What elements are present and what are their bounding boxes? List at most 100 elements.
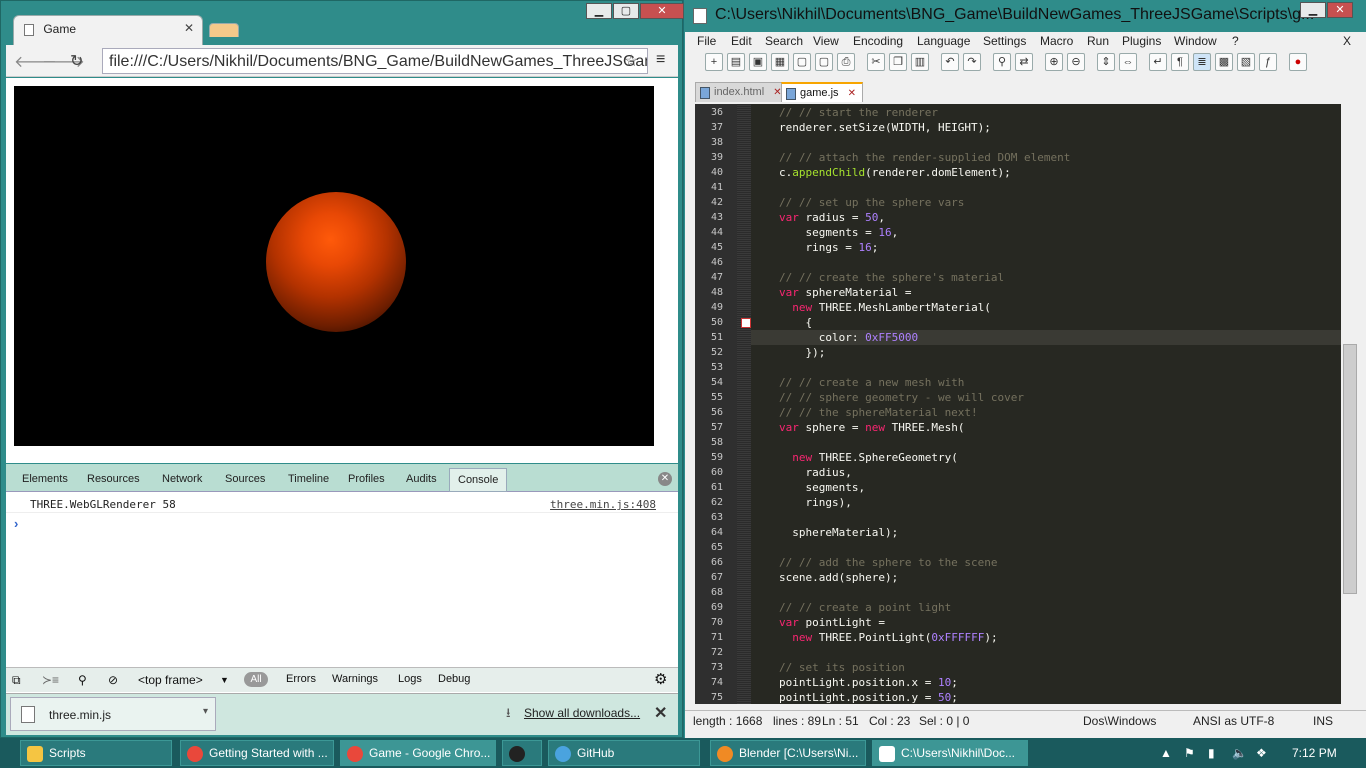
language-icon[interactable]: ▩ — [1215, 53, 1233, 71]
zoom-out-icon[interactable]: ⊖ — [1067, 53, 1085, 71]
menu-encoding[interactable]: Encoding — [853, 34, 903, 48]
filter-debug[interactable]: Debug — [438, 673, 470, 685]
code-line: scene.add(sphere); — [779, 571, 899, 584]
close-devtools-icon[interactable]: ✕ — [658, 472, 672, 486]
save-all-icon[interactable]: ▦ — [771, 53, 789, 71]
tab-timeline[interactable]: Timeline — [288, 473, 329, 485]
action-center-icon[interactable]: ⚑ — [1184, 746, 1195, 760]
minimize-icon[interactable]: ▁ — [1300, 2, 1326, 18]
show-all-chars-icon[interactable]: ¶ — [1171, 53, 1189, 71]
task-blender[interactable]: Blender [C:\Users\Ni... — [710, 740, 866, 766]
scrollbar-thumb[interactable] — [1343, 344, 1357, 594]
menu-settings[interactable]: Settings — [983, 34, 1026, 48]
tab-audits[interactable]: Audits — [406, 473, 437, 485]
network-icon[interactable]: ▮ — [1208, 746, 1215, 760]
close-tab-icon[interactable]: ✕ — [848, 88, 856, 99]
file-tab-index-html[interactable]: index.html ✕ — [695, 82, 789, 102]
find-icon[interactable]: ⚲ — [993, 53, 1011, 71]
filter-all[interactable]: All — [244, 672, 268, 687]
code-line: pointLight.position.y = 50; — [779, 691, 958, 704]
task-notepadpp[interactable]: C:\Users\Nikhil\Doc... — [872, 740, 1028, 766]
show-all-downloads-link[interactable]: Show all downloads... — [524, 706, 640, 720]
record-macro-icon[interactable]: ● — [1289, 53, 1307, 71]
save-icon[interactable]: ▣ — [749, 53, 767, 71]
menu-search[interactable]: Search — [765, 34, 803, 48]
function-list-icon[interactable]: ƒ — [1259, 53, 1277, 71]
print-icon[interactable]: ⎙ — [837, 53, 855, 71]
menu-plugins[interactable]: Plugins — [1122, 34, 1161, 48]
close-file-icon[interactable]: ▢ — [793, 53, 811, 71]
document-map-icon[interactable]: ▧ — [1237, 53, 1255, 71]
undo-icon[interactable]: ↶ — [941, 53, 959, 71]
search-icon[interactable]: ⚲ — [78, 673, 87, 687]
chevron-down-icon[interactable]: ▾ — [203, 706, 208, 717]
redo-icon[interactable]: ↷ — [963, 53, 981, 71]
tab-resources[interactable]: Resources — [87, 473, 140, 485]
close-icon[interactable]: ✕ — [654, 703, 667, 723]
volume-icon[interactable]: 🔈 — [1232, 746, 1247, 760]
reload-icon[interactable]: ↻ — [70, 51, 83, 71]
tab-sources[interactable]: Sources — [225, 473, 265, 485]
webgl-canvas[interactable] — [14, 86, 654, 446]
filter-warnings[interactable]: Warnings — [332, 673, 378, 685]
close-icon[interactable]: ✕ — [640, 3, 684, 19]
tab-elements[interactable]: Elements — [22, 473, 68, 485]
dock-icon[interactable]: ⧉ — [12, 673, 21, 688]
task-app[interactable] — [502, 740, 542, 766]
filter-logs[interactable]: Logs — [398, 673, 422, 685]
address-bar[interactable]: file:///C:/Users/Nikhil/Documents/BNG_Ga… — [102, 48, 648, 74]
tray-chevron-up-icon[interactable]: ▲ — [1160, 746, 1172, 760]
zoom-in-icon[interactable]: ⊕ — [1045, 53, 1063, 71]
close-document-icon[interactable]: X — [1343, 34, 1351, 48]
replace-icon[interactable]: ⇄ — [1015, 53, 1033, 71]
line-number: 40 — [710, 167, 723, 178]
cut-icon[interactable]: ✂ — [867, 53, 885, 71]
tab-console[interactable]: Console — [449, 468, 508, 492]
menu-macro[interactable]: Macro — [1040, 34, 1073, 48]
sync-horizontal-icon[interactable]: ⇔ — [1119, 53, 1137, 71]
open-file-icon[interactable]: ▤ — [727, 53, 745, 71]
code-editor[interactable]: 36 37 38 39 40 41 42 43 44 45 46 47 48 49 50 51 52 53 54 55… — [695, 104, 1359, 704]
fold-marker-icon[interactable] — [741, 318, 751, 328]
filter-errors[interactable]: Errors — [286, 673, 316, 685]
tab-game[interactable]: Game ✕ — [13, 15, 203, 45]
word-wrap-icon[interactable]: ↵ — [1149, 53, 1167, 71]
maximize-icon[interactable]: ▢ — [613, 3, 639, 19]
dropbox-icon[interactable]: ❖ — [1256, 746, 1267, 760]
tab-close-icon[interactable]: ✕ — [184, 21, 194, 35]
drawer-icon[interactable]: ≻≡ — [42, 673, 59, 687]
sync-vertical-icon[interactable]: ⇕ — [1097, 53, 1115, 71]
menu-window[interactable]: Window — [1174, 34, 1217, 48]
menu-help[interactable]: ? — [1232, 34, 1239, 48]
menu-file[interactable]: File — [697, 34, 716, 48]
console-prompt-icon[interactable]: › — [14, 516, 18, 531]
clear-icon[interactable]: ⊘ — [108, 673, 118, 687]
paste-icon[interactable]: ▥ — [911, 53, 929, 71]
close-icon[interactable]: ✕ — [1327, 2, 1353, 18]
frame-selector[interactable]: <top frame> — [138, 673, 203, 687]
star-icon[interactable]: ☆ — [624, 51, 638, 71]
task-game-chrome[interactable]: Game - Google Chro... — [340, 740, 496, 766]
menu-edit[interactable]: Edit — [731, 34, 752, 48]
menu-run[interactable]: Run — [1087, 34, 1109, 48]
minimize-icon[interactable]: ▁ — [586, 3, 612, 19]
copy-icon[interactable]: ❐ — [889, 53, 907, 71]
task-scripts[interactable]: Scripts — [20, 740, 172, 766]
indent-guide-icon[interactable]: ≣ — [1193, 53, 1211, 71]
gear-icon[interactable]: ⚙ — [654, 670, 667, 688]
clock[interactable]: 7:12 PM — [1292, 746, 1337, 760]
menu-icon[interactable]: ≡ — [656, 51, 665, 69]
menu-language[interactable]: Language — [917, 34, 970, 48]
new-tab-button[interactable] — [209, 23, 239, 37]
task-github[interactable]: GitHub — [548, 740, 700, 766]
task-getting-started[interactable]: Getting Started with ... — [180, 740, 334, 766]
tab-profiles[interactable]: Profiles — [348, 473, 385, 485]
chevron-down-icon[interactable]: ▼ — [220, 675, 229, 685]
new-file-icon[interactable]: + — [705, 53, 723, 71]
menu-view[interactable]: View — [813, 34, 839, 48]
console-source-link[interactable]: three.min.js:408 — [550, 498, 656, 511]
close-all-icon[interactable]: ▢ — [815, 53, 833, 71]
tab-network[interactable]: Network — [162, 473, 202, 485]
file-tab-game-js[interactable]: game.js ✕ — [781, 82, 863, 102]
download-item[interactable]: three.min.js ▾ — [10, 697, 216, 731]
